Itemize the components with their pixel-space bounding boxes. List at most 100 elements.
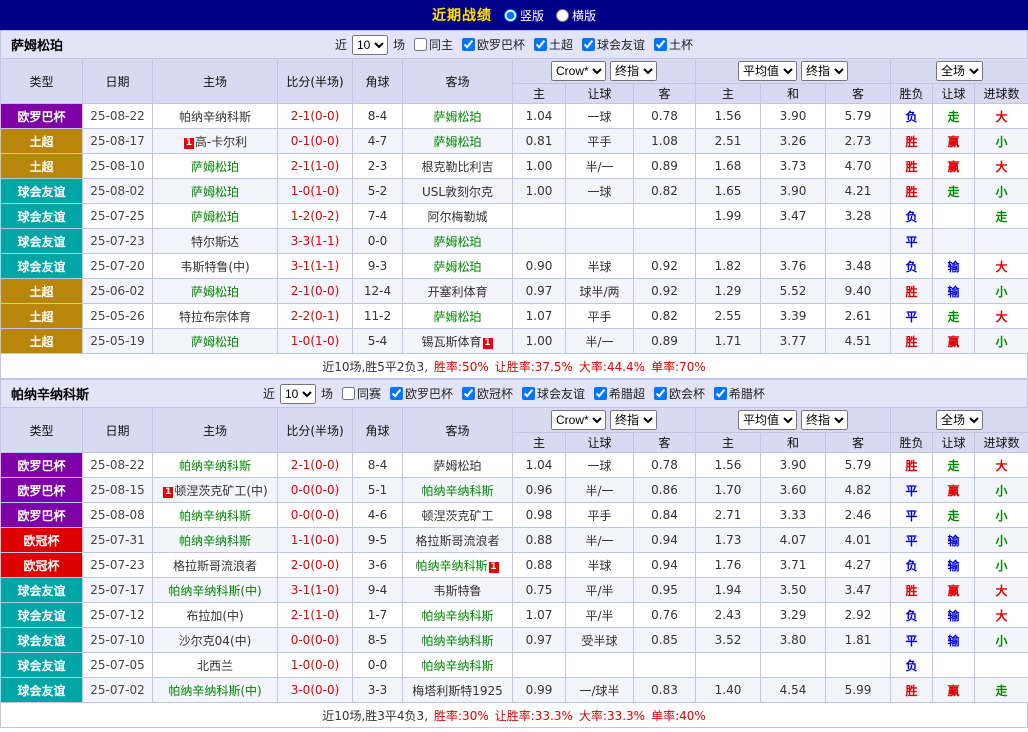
league-checkbox[interactable] (654, 387, 667, 400)
corner-cell: 2-3 (353, 154, 403, 179)
avg-home-cell: 1.70 (696, 478, 761, 503)
match-count-select[interactable]: 10 (352, 35, 388, 55)
red-card-badge: 1 (163, 487, 173, 498)
same-checkbox[interactable] (414, 38, 427, 51)
team-label: 帕纳辛纳科斯 (179, 534, 251, 548)
scope-select[interactable]: 全场 (936, 410, 983, 430)
bookmaker-select[interactable]: Crow* (551, 410, 606, 430)
topbar: 近期战绩 竖版 横版 (0, 0, 1028, 30)
team-label: 韦斯特鲁(中) (180, 260, 249, 274)
result-cell: 平 (891, 503, 933, 528)
near-label: 近 (263, 385, 275, 402)
team-label: USL敦刻尔克 (422, 185, 493, 199)
vertical-label: 竖版 (520, 7, 544, 24)
corner-cell: 8-4 (353, 104, 403, 129)
odds-home-cell: 0.97 (513, 628, 566, 653)
date-cell: 25-07-23 (83, 229, 153, 254)
result-cell: 胜 (891, 154, 933, 179)
avg-draw-cell: 3.26 (761, 129, 826, 154)
avg-draw-cell: 3.47 (761, 204, 826, 229)
corner-cell: 8-4 (353, 453, 403, 478)
avg-draw-cell: 3.90 (761, 179, 826, 204)
league-checkbox[interactable] (462, 387, 475, 400)
league-checkbox[interactable] (594, 387, 607, 400)
corner-cell: 1-7 (353, 603, 403, 628)
league-cell: 欧冠杯 (1, 553, 83, 578)
section-header: 萨姆松珀近10场同主欧罗巴杯土超球会友谊土杯 (0, 30, 1028, 58)
handicap-result-cell: 输 (933, 603, 975, 628)
corner-cell: 9-3 (353, 254, 403, 279)
goals-result-cell: 大 (975, 154, 1028, 179)
date-cell: 25-07-17 (83, 578, 153, 603)
odds-handicap-cell (566, 204, 634, 229)
filter-bar: 近10场同赛欧罗巴杯欧冠杯球会友谊希腊超欧会杯希腊杯 (101, 384, 1027, 404)
column-header: 主场 (153, 59, 278, 104)
away-team-cell: 格拉斯哥流浪者 (403, 528, 513, 553)
avg-home-cell: 2.43 (696, 603, 761, 628)
column-header: 比分(半场) (278, 59, 353, 104)
horizontal-label: 横版 (572, 7, 596, 24)
league-label: 欧罗巴杯 (405, 385, 453, 402)
same-checkbox[interactable] (342, 387, 355, 400)
score-cell: 2-1(0-0) (278, 453, 353, 478)
score-cell: 3-1(1-0) (278, 578, 353, 603)
corner-cell: 9-4 (353, 578, 403, 603)
result-cell: 平 (891, 628, 933, 653)
league-checkbox[interactable] (462, 38, 475, 51)
odds-away-cell: 0.76 (634, 603, 696, 628)
team-label: 萨姆松珀 (191, 335, 239, 349)
odds-handicap-cell: 一球 (566, 179, 634, 204)
scope-header: 全场 (891, 408, 1028, 433)
match-row: 土超25-06-02萨姆松珀2-1(0-0)12-4开塞利体育0.97球半/两0… (1, 279, 1028, 304)
scope-select[interactable]: 全场 (936, 61, 983, 81)
result-cell: 胜 (891, 453, 933, 478)
games-label: 场 (321, 385, 333, 402)
goals-result-cell (975, 229, 1028, 254)
odds-away-cell (634, 653, 696, 678)
match-count-select[interactable]: 10 (280, 384, 316, 404)
handicap-result-cell: 输 (933, 279, 975, 304)
average-stage-select[interactable]: 终指 (801, 61, 848, 81)
score-cell: 3-1(1-1) (278, 254, 353, 279)
league-label: 欧冠杯 (477, 385, 513, 402)
column-subheader: 和 (761, 433, 826, 453)
average-select[interactable]: 平均值 (738, 410, 797, 430)
league-cell: 球会友谊 (1, 603, 83, 628)
vertical-radio[interactable] (504, 9, 517, 22)
league-label: 希腊杯 (729, 385, 765, 402)
avg-away-cell: 9.40 (826, 279, 891, 304)
column-header: 类型 (1, 59, 83, 104)
league-checkbox[interactable] (714, 387, 727, 400)
away-team-cell: 韦斯特鲁 (403, 578, 513, 603)
date-cell: 25-08-17 (83, 129, 153, 154)
handicap-result-cell: 走 (933, 453, 975, 478)
odds-away-cell: 0.86 (634, 478, 696, 503)
date-cell: 25-07-12 (83, 603, 153, 628)
match-row: 欧冠杯25-07-23格拉斯哥流浪者2-0(0-0)3-6帕纳辛纳科斯10.88… (1, 553, 1028, 578)
result-cell: 负 (891, 653, 933, 678)
odds-handicap-cell: 半/一 (566, 478, 634, 503)
odds-home-cell (513, 653, 566, 678)
league-checkbox[interactable] (522, 387, 535, 400)
league-checkbox[interactable] (534, 38, 547, 51)
average-stage-select[interactable]: 终指 (801, 410, 848, 430)
avg-away-cell: 3.48 (826, 254, 891, 279)
league-checkbox[interactable] (582, 38, 595, 51)
odds-home-cell: 1.00 (513, 179, 566, 204)
avg-away-cell: 4.21 (826, 179, 891, 204)
bookmaker-select[interactable]: Crow* (551, 61, 606, 81)
same-label: 同主 (429, 36, 453, 53)
league-checkbox[interactable] (390, 387, 403, 400)
result-cell: 平 (891, 528, 933, 553)
avg-away-cell: 2.61 (826, 304, 891, 329)
corner-cell: 5-1 (353, 478, 403, 503)
result-cell: 负 (891, 204, 933, 229)
odds-handicap-cell: 半球 (566, 553, 634, 578)
bookmaker-stage-select[interactable]: 终指 (610, 61, 657, 81)
odds-handicap-cell (566, 229, 634, 254)
horizontal-radio[interactable] (556, 9, 569, 22)
average-select[interactable]: 平均值 (738, 61, 797, 81)
bookmaker-stage-select[interactable]: 终指 (610, 410, 657, 430)
league-checkbox[interactable] (654, 38, 667, 51)
away-team-cell: 梅塔利斯特1925 (403, 678, 513, 703)
